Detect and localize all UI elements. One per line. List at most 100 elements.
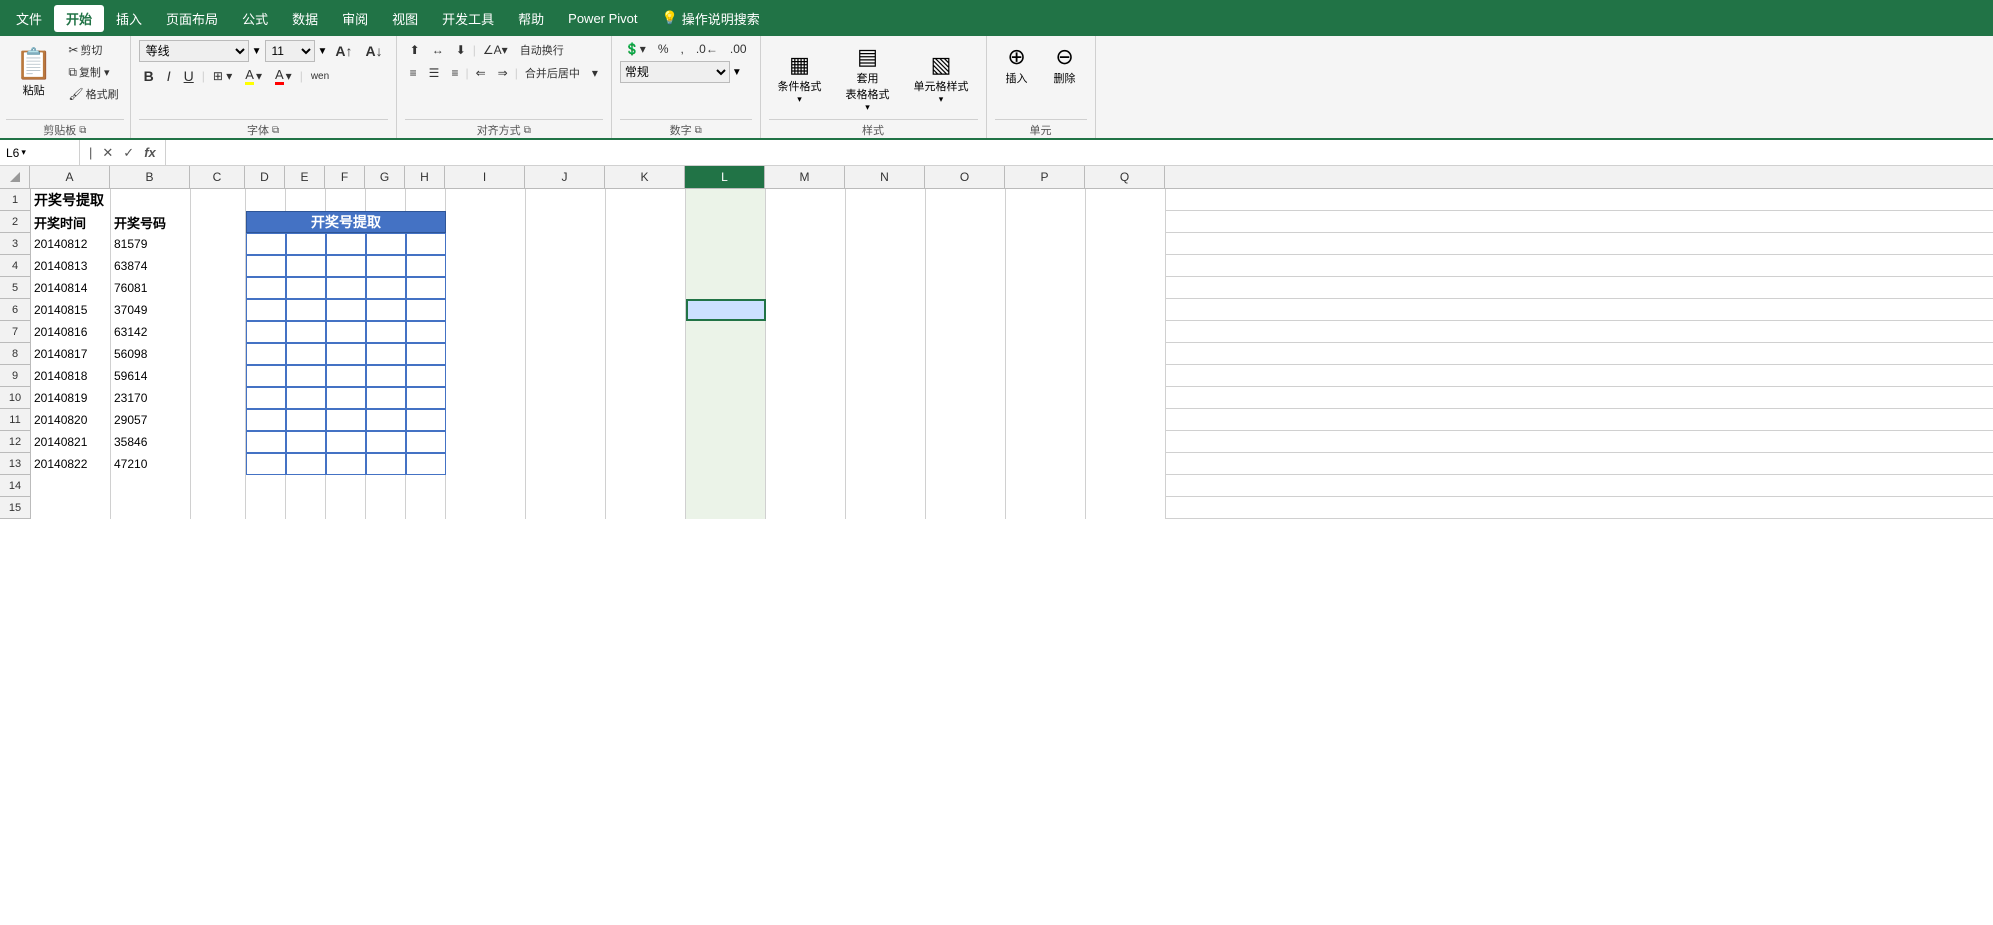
cell-L11[interactable] [686, 409, 766, 431]
align-center-button[interactable]: ☰ [424, 64, 445, 82]
cell-L1[interactable] [686, 189, 766, 211]
row-num-5[interactable]: 5 [0, 277, 30, 299]
cell-P6[interactable] [1006, 299, 1086, 321]
accounting-button[interactable]: 💲▾ [620, 40, 651, 58]
cell-B6[interactable]: 37049 [111, 299, 191, 321]
cell-B4[interactable]: 63874 [111, 255, 191, 277]
cell-D13[interactable] [246, 453, 286, 475]
cell-I1[interactable] [446, 189, 526, 211]
align-left-button[interactable]: ≡ [405, 64, 422, 82]
cell-M7[interactable] [766, 321, 846, 343]
cell-O6[interactable] [926, 299, 1006, 321]
cell-D11[interactable] [246, 409, 286, 431]
col-header-Q[interactable]: Q [1085, 166, 1165, 188]
cell-A2[interactable]: 开奖时间 [31, 211, 111, 233]
merge-dropdown-button[interactable]: ▾ [587, 64, 603, 82]
cell-N9[interactable] [846, 365, 926, 387]
cell-N15[interactable] [846, 497, 926, 519]
cell-D7[interactable] [246, 321, 286, 343]
cell-I8[interactable] [446, 343, 526, 365]
menu-review[interactable]: 审阅 [330, 5, 380, 32]
paste-button[interactable]: 📋 粘贴 [6, 43, 61, 102]
cell-C9[interactable] [191, 365, 246, 387]
cell-G14[interactable] [366, 475, 406, 497]
cell-P5[interactable] [1006, 277, 1086, 299]
row-num-4[interactable]: 4 [0, 255, 30, 277]
table-format-button[interactable]: ▤ 套用 表格格式 ▾ [837, 40, 899, 117]
cell-J12[interactable] [526, 431, 606, 453]
cell-L8[interactable] [686, 343, 766, 365]
cell-M14[interactable] [766, 475, 846, 497]
col-header-A[interactable]: A [30, 166, 110, 188]
cell-O14[interactable] [926, 475, 1006, 497]
cell-Q7[interactable] [1086, 321, 1166, 343]
cell-P1[interactable] [1006, 189, 1086, 211]
menu-search[interactable]: 💡 操作说明搜索 [650, 5, 772, 32]
formula-input[interactable] [166, 140, 1993, 165]
cell-D1[interactable] [246, 189, 286, 211]
cell-I7[interactable] [446, 321, 526, 343]
number-format-dropdown-icon[interactable]: ▼ [732, 67, 742, 78]
cell-Q6[interactable] [1086, 299, 1166, 321]
insert-cells-button[interactable]: ⊕ 插入 [995, 40, 1039, 90]
cell-G8[interactable] [366, 343, 406, 365]
menu-home[interactable]: 开始 [54, 5, 104, 32]
cell-B15[interactable] [111, 497, 191, 519]
cell-D10[interactable] [246, 387, 286, 409]
cell-J1[interactable] [526, 189, 606, 211]
cell-D9[interactable] [246, 365, 286, 387]
cell-Q8[interactable] [1086, 343, 1166, 365]
fill-color-button[interactable]: A▾ [240, 65, 267, 87]
cell-F1[interactable] [326, 189, 366, 211]
cell-L12[interactable] [686, 431, 766, 453]
cell-D6[interactable] [246, 299, 286, 321]
cell-Q14[interactable] [1086, 475, 1166, 497]
cell-H13[interactable] [406, 453, 446, 475]
cell-O7[interactable] [926, 321, 1006, 343]
cell-J3[interactable] [526, 233, 606, 255]
row-num-12[interactable]: 12 [0, 431, 30, 453]
cell-C13[interactable] [191, 453, 246, 475]
col-header-H[interactable]: H [405, 166, 445, 188]
cell-M6[interactable] [766, 299, 846, 321]
cell-Q2[interactable] [1086, 211, 1166, 233]
cell-F4[interactable] [326, 255, 366, 277]
col-header-K[interactable]: K [605, 166, 685, 188]
cell-C14[interactable] [191, 475, 246, 497]
cell-E10[interactable] [286, 387, 326, 409]
cell-N4[interactable] [846, 255, 926, 277]
cell-F12[interactable] [326, 431, 366, 453]
cell-N7[interactable] [846, 321, 926, 343]
cell-J7[interactable] [526, 321, 606, 343]
col-header-L[interactable]: L [685, 166, 765, 188]
cell-I10[interactable] [446, 387, 526, 409]
col-header-D[interactable]: D [245, 166, 285, 188]
align-right-button[interactable]: ≡ [446, 64, 463, 82]
cell-L15[interactable] [686, 497, 766, 519]
cell-E4[interactable] [286, 255, 326, 277]
cell-D12[interactable] [246, 431, 286, 453]
cell-C1[interactable] [191, 189, 246, 211]
cell-I13[interactable] [446, 453, 526, 475]
cell-D14[interactable] [246, 475, 286, 497]
cell-K12[interactable] [606, 431, 686, 453]
cell-Q11[interactable] [1086, 409, 1166, 431]
increase-decimal-button[interactable]: .00 [725, 40, 752, 58]
cell-J15[interactable] [526, 497, 606, 519]
cell-P10[interactable] [1006, 387, 1086, 409]
menu-developer[interactable]: 开发工具 [430, 5, 506, 32]
cell-C8[interactable] [191, 343, 246, 365]
cell-O9[interactable] [926, 365, 1006, 387]
cell-I5[interactable] [446, 277, 526, 299]
row-num-9[interactable]: 9 [0, 365, 30, 387]
cell-J4[interactable] [526, 255, 606, 277]
cell-E12[interactable] [286, 431, 326, 453]
cell-H4[interactable] [406, 255, 446, 277]
cell-F7[interactable] [326, 321, 366, 343]
cell-H8[interactable] [406, 343, 446, 365]
merge-center-button[interactable]: 合并后居中 [520, 63, 585, 83]
cell-C15[interactable] [191, 497, 246, 519]
cell-M3[interactable] [766, 233, 846, 255]
delete-cells-button[interactable]: ⊖ 删除 [1043, 40, 1087, 90]
cell-A14[interactable] [31, 475, 111, 497]
